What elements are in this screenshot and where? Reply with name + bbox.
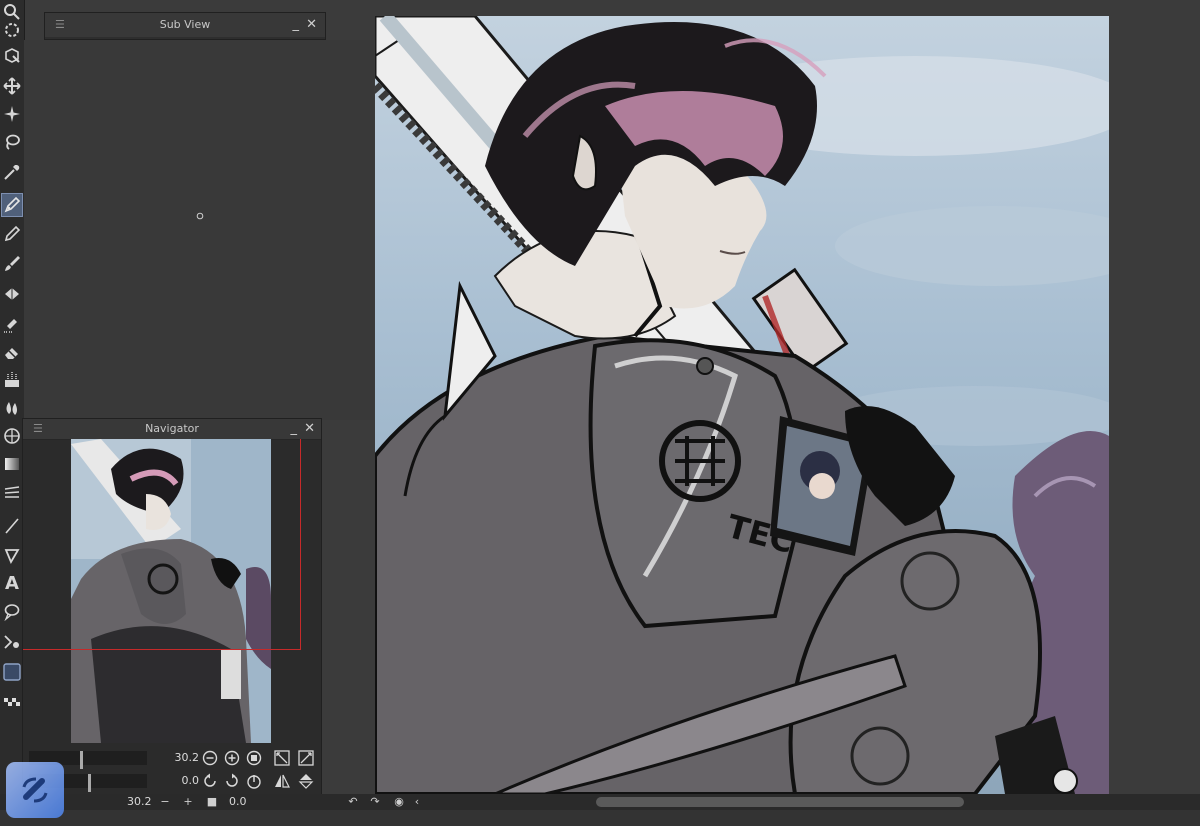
gradient-icon[interactable]: [1, 452, 23, 476]
status-rotate-right-icon[interactable]: ↷: [368, 795, 382, 809]
close-icon[interactable]: ✕: [304, 419, 315, 439]
app-logo-icon: [22, 777, 48, 803]
horizontal-scrollbar[interactable]: [596, 797, 964, 807]
status-zoom-in-icon[interactable]: +: [181, 795, 195, 809]
status-zoom-value[interactable]: 30.2: [127, 795, 152, 808]
navigator-view-frame[interactable]: [23, 439, 301, 650]
correct-line-icon[interactable]: [1, 630, 23, 654]
rotate-value: 0.0: [181, 774, 200, 787]
sub-view-title-bar[interactable]: ☰ Sub View _ ✕: [45, 13, 325, 37]
move-layer-icon[interactable]: [1, 74, 23, 98]
figure-icon[interactable]: [1, 544, 23, 568]
line-icon[interactable]: [1, 514, 23, 538]
rotate-left-icon[interactable]: [201, 772, 219, 790]
flip-horizontal-icon[interactable]: [273, 772, 291, 790]
text-icon[interactable]: A: [1, 572, 23, 596]
navigator-title: Navigator: [145, 422, 199, 435]
sub-view-area[interactable]: [24, 40, 374, 420]
app-logo: [6, 762, 64, 818]
main-color-swatch[interactable]: [1, 660, 23, 684]
blend-icon[interactable]: [1, 396, 23, 420]
rotate-slider-row: 0.0: [27, 772, 317, 792]
rotate-right-icon[interactable]: [223, 772, 241, 790]
zoom-slider-thumb[interactable]: [80, 751, 83, 769]
sub-view-panel: ☰ Sub View _ ✕: [44, 12, 326, 40]
pen-icon[interactable]: [1, 193, 23, 217]
actual-size-icon[interactable]: [245, 749, 263, 767]
contour-icon[interactable]: [1, 481, 23, 505]
close-icon[interactable]: ✕: [306, 13, 317, 37]
frame-border-icon[interactable]: [1, 424, 23, 448]
fill-icon[interactable]: [1, 368, 23, 392]
cursor-circle: [196, 212, 204, 220]
eyedropper-icon[interactable]: [1, 160, 23, 184]
object-select-icon[interactable]: [1, 44, 23, 68]
lasso-select-icon[interactable]: [1, 130, 23, 154]
minimize-icon[interactable]: _: [291, 419, 298, 439]
zoom-out-icon[interactable]: [201, 749, 219, 767]
balloon-icon[interactable]: [1, 600, 23, 624]
panel-menu-icon[interactable]: ☰: [55, 13, 65, 37]
minimize-icon[interactable]: _: [293, 13, 300, 37]
zoom-slider-row: 30.2: [27, 749, 317, 769]
status-zoom-out-icon[interactable]: −: [158, 795, 172, 809]
status-actual-size-icon[interactable]: ■: [205, 795, 219, 809]
rotate-view-icon[interactable]: [1, 18, 23, 42]
auto-select-icon[interactable]: [1, 102, 23, 126]
scroll-left-arrow-icon[interactable]: ‹: [410, 795, 424, 809]
status-rotate-left-icon[interactable]: ↶: [346, 795, 360, 809]
zoom-value: 30.2: [174, 751, 200, 764]
navigator-panel: ☰ Navigator _ ✕ 30.2 0.0: [22, 418, 322, 800]
decoration-icon[interactable]: [1, 312, 23, 336]
brush-icon[interactable]: [1, 252, 23, 276]
drawing-canvas[interactable]: TEC: [375, 16, 1109, 794]
eraser-icon[interactable]: [1, 340, 23, 364]
reset-rotation-icon[interactable]: [245, 772, 263, 790]
transparent-color-icon[interactable]: [1, 692, 23, 716]
pencil-icon[interactable]: [1, 222, 23, 246]
sub-view-title: Sub View: [159, 18, 211, 31]
zoom-in-icon[interactable]: [223, 749, 241, 767]
fit-to-navigator-icon[interactable]: [297, 749, 315, 767]
navigator-title-bar[interactable]: ☰ Navigator _ ✕: [23, 419, 321, 440]
panel-menu-icon[interactable]: ☰: [33, 419, 43, 439]
fit-to-screen-icon[interactable]: [273, 749, 291, 767]
status-angle-value[interactable]: 0.0: [229, 795, 247, 808]
bottom-strip: [0, 810, 1200, 826]
status-reset-rotation-icon[interactable]: ◉: [392, 795, 406, 809]
airbrush-icon[interactable]: [1, 282, 23, 306]
flip-vertical-icon[interactable]: [297, 772, 315, 790]
rotate-slider-thumb[interactable]: [88, 774, 91, 792]
